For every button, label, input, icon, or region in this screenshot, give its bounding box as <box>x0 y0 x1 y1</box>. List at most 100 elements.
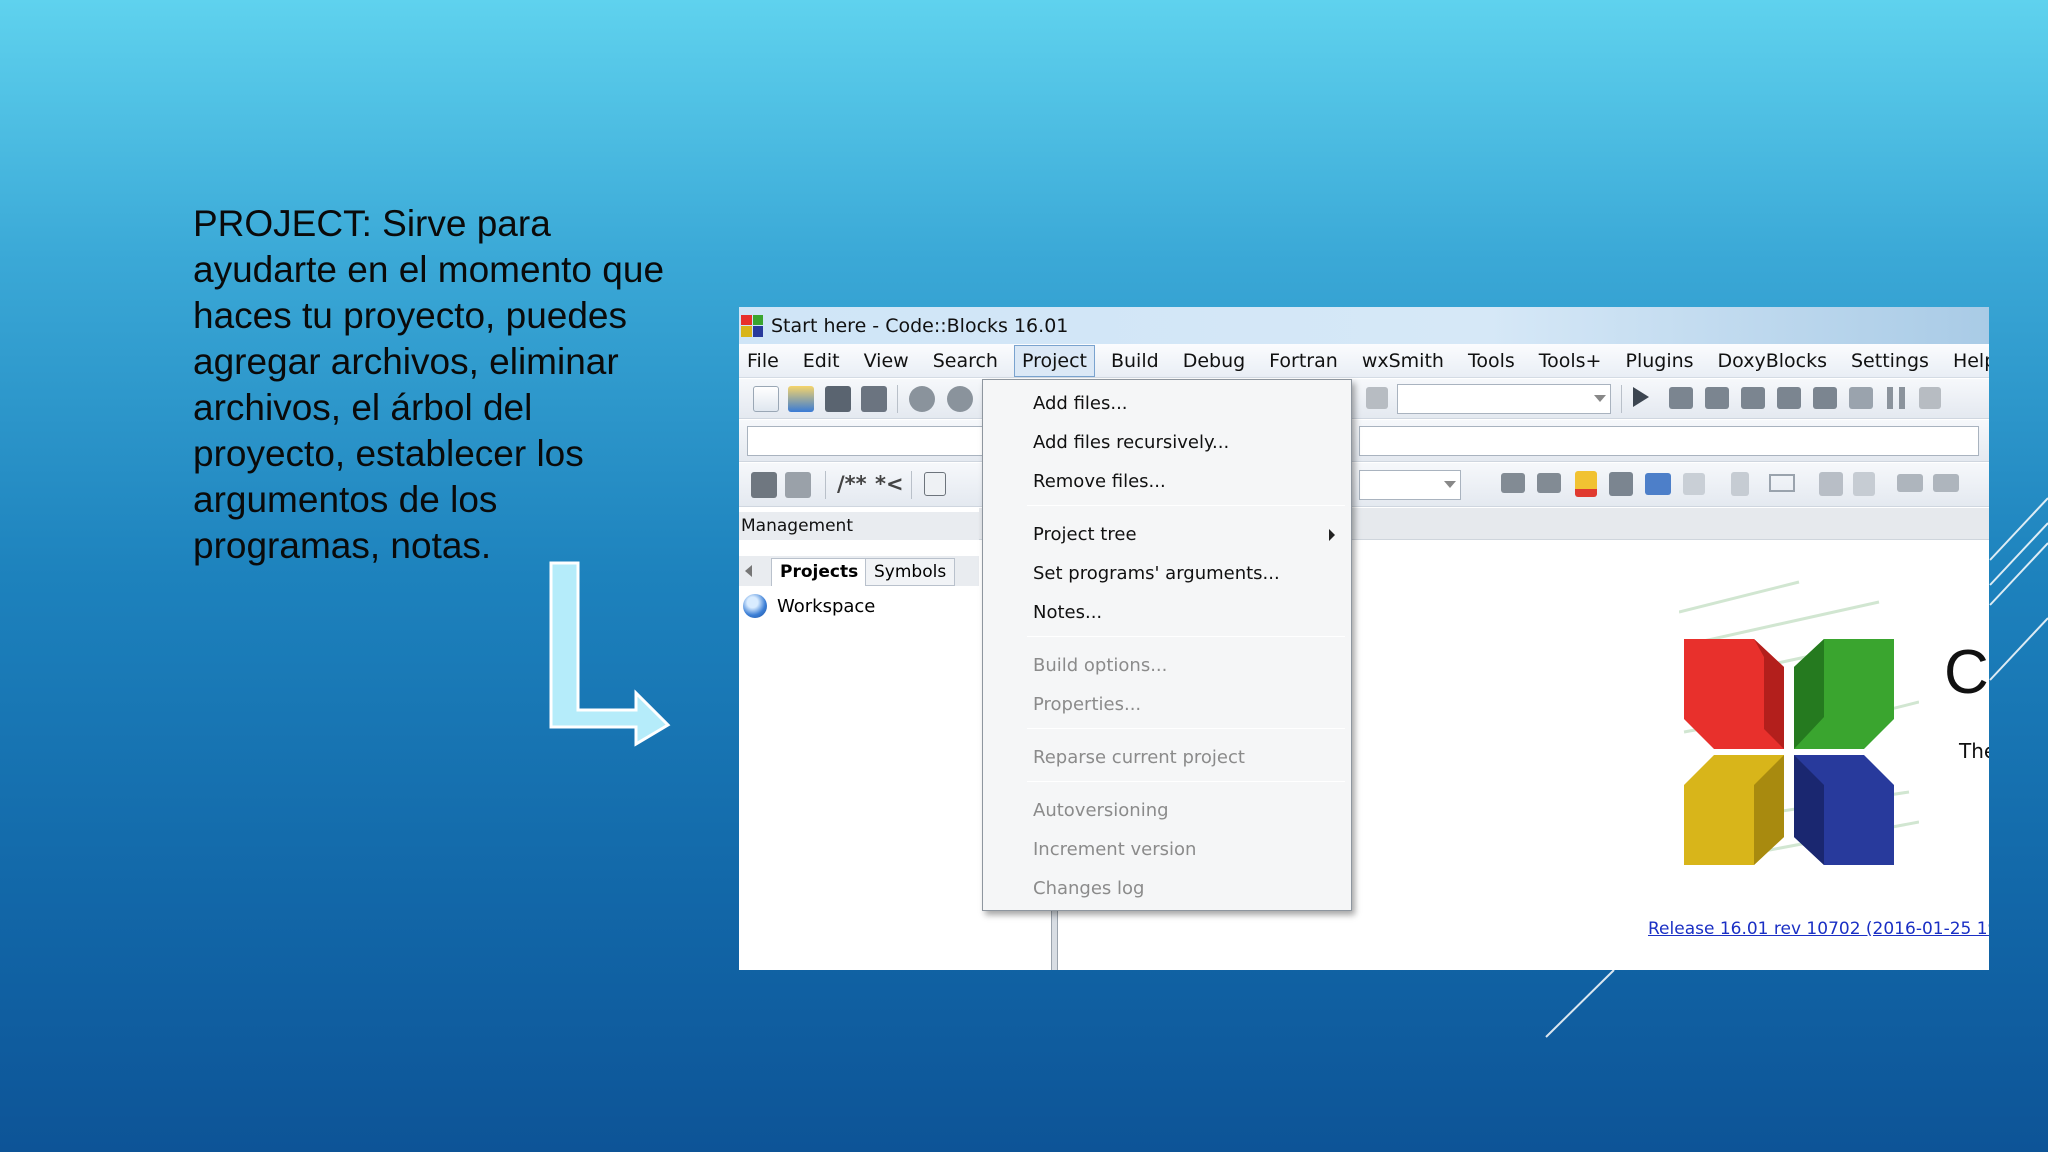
slide-description: PROJECT: Sirve para ayudarte en el momen… <box>193 203 665 566</box>
search-toolbar <box>739 420 1989 462</box>
panel-splitter[interactable] <box>1051 907 1058 970</box>
menu-tools-plus[interactable]: Tools+ <box>1531 345 1610 377</box>
menu-edit[interactable]: Edit <box>795 345 848 377</box>
document-icon[interactable] <box>1853 472 1875 496</box>
codeblocks-cube-logo <box>1684 639 1894 865</box>
menu-item-autoversioning[interactable]: Autoversioning <box>1033 800 1169 822</box>
menu-wxsmith[interactable]: wxSmith <box>1354 345 1452 377</box>
rectangle-icon[interactable] <box>1769 474 1795 492</box>
menu-item-notes[interactable]: Notes... <box>1033 602 1102 624</box>
undo-icon[interactable] <box>909 386 935 412</box>
menu-item-properties[interactable]: Properties... <box>1033 694 1141 716</box>
extract-docs-icon[interactable] <box>924 472 946 496</box>
selected-text-icon[interactable] <box>1609 472 1633 496</box>
debug-continue-icon[interactable] <box>1813 387 1837 409</box>
save-icon[interactable] <box>825 386 851 412</box>
main-toolbar <box>739 379 1989 419</box>
menu-project[interactable]: Project <box>1013 344 1095 377</box>
debug-step-into-icon[interactable] <box>1669 387 1693 409</box>
scope-select[interactable] <box>1359 470 1461 500</box>
run-icon[interactable] <box>1633 387 1649 407</box>
jump-back-icon[interactable] <box>1501 473 1525 493</box>
management-tabs: Projects Symbols <box>739 556 979 586</box>
release-link[interactable]: Release 16.01 rev 10702 (2016-01-25 19:5… <box>1648 919 1989 939</box>
decor-line <box>1989 542 2048 606</box>
new-file-icon[interactable] <box>753 386 779 412</box>
doxyblocks-icon[interactable] <box>751 472 777 498</box>
workspace-label: Workspace <box>777 595 876 617</box>
menu-item-add-files-recursively[interactable]: Add files recursively... <box>1033 432 1229 454</box>
abort-icon[interactable] <box>1366 387 1388 409</box>
codeblocks-window: Start here - Code::Blocks 16.01 File Edi… <box>739 307 1989 970</box>
tab-projects[interactable]: Projects <box>771 558 868 586</box>
regex-icon[interactable] <box>1683 473 1705 495</box>
menu-settings[interactable]: Settings <box>1843 345 1937 377</box>
logo-subtitle: The <box>1959 739 1989 763</box>
redo-icon[interactable] <box>947 386 973 412</box>
menu-item-remove-files[interactable]: Remove files... <box>1033 471 1166 493</box>
menu-item-project-tree[interactable]: Project tree <box>1033 524 1137 546</box>
block-comment-button[interactable]: /** <box>837 472 867 496</box>
debug-step-out-icon[interactable] <box>1777 387 1801 409</box>
menu-debug[interactable]: Debug <box>1175 345 1253 377</box>
match-case-icon[interactable] <box>1645 473 1671 495</box>
menu-item-changes-log[interactable]: Changes log <box>1033 878 1144 900</box>
menu-fortran[interactable]: Fortran <box>1261 345 1346 377</box>
open-folder-icon[interactable] <box>788 386 814 412</box>
menu-item-increment-version[interactable]: Increment version <box>1033 839 1196 861</box>
decor-line <box>1989 522 2048 586</box>
menu-tools[interactable]: Tools <box>1460 345 1523 377</box>
workspace-icon <box>743 594 767 618</box>
menu-plugins[interactable]: Plugins <box>1617 345 1701 377</box>
debug-step-icon[interactable] <box>1741 387 1765 409</box>
menu-doxyblocks[interactable]: DoxyBlocks <box>1710 345 1835 377</box>
toolbar-separator <box>911 471 912 499</box>
save-all-icon[interactable] <box>861 386 887 412</box>
panel-icon[interactable] <box>1933 474 1959 492</box>
stop-icon[interactable] <box>1919 387 1941 409</box>
codeblocks-logo-icon <box>741 314 763 337</box>
title-bar: Start here - Code::Blocks 16.01 <box>739 307 1989 344</box>
menu-item-add-files[interactable]: Add files... <box>1033 393 1128 415</box>
menu-item-reparse-project[interactable]: Reparse current project <box>1033 747 1245 769</box>
menu-help[interactable]: Help <box>1945 345 1989 377</box>
build-target-select[interactable] <box>1397 384 1611 414</box>
toolbar-separator <box>1621 385 1622 413</box>
menu-separator <box>1027 636 1345 637</box>
logo-title-letter: C <box>1944 638 1989 707</box>
menu-build[interactable]: Build <box>1103 345 1167 377</box>
toolbar-separator <box>825 471 826 499</box>
decor-line <box>1545 969 1615 1038</box>
tab-scroll-left-icon[interactable] <box>745 565 752 577</box>
menu-file[interactable]: File <box>739 345 787 377</box>
workspace-tree-item[interactable]: Workspace <box>743 594 875 618</box>
code-completion-function[interactable] <box>1359 426 1979 456</box>
tab-symbols[interactable]: Symbols <box>865 558 956 586</box>
doxywizard-icon[interactable] <box>785 472 811 498</box>
jump-forward-icon[interactable] <box>1537 473 1561 493</box>
highlight-icon[interactable] <box>1575 471 1597 497</box>
decor-line <box>1989 497 2048 561</box>
edit-toolbar: /** *< <box>739 463 1989 507</box>
menu-separator <box>1027 728 1345 729</box>
arrow-icon <box>549 561 671 747</box>
menu-bar: File Edit View Search Project Build Debu… <box>739 344 1989 378</box>
toolbar-separator <box>897 385 898 413</box>
panel-icon[interactable] <box>1897 474 1923 492</box>
debug-cursor-icon[interactable] <box>1849 387 1873 409</box>
menu-search[interactable]: Search <box>925 345 1006 377</box>
menu-separator <box>1027 505 1345 506</box>
code-completion-scope[interactable] <box>747 426 987 456</box>
menu-separator <box>1027 781 1345 782</box>
pause-icon[interactable] <box>1887 387 1905 409</box>
submenu-arrow-icon <box>1329 529 1335 541</box>
menu-item-set-programs-arguments[interactable]: Set programs' arguments... <box>1033 563 1280 585</box>
window-title: Start here - Code::Blocks 16.01 <box>771 314 1069 337</box>
line-comment-button[interactable]: *< <box>875 472 904 496</box>
select-cursor-icon[interactable] <box>1731 472 1749 496</box>
menu-item-build-options[interactable]: Build options... <box>1033 655 1167 677</box>
menu-view[interactable]: View <box>856 345 917 377</box>
management-panel-title: Management <box>739 512 979 540</box>
mail-icon[interactable] <box>1819 472 1843 496</box>
debug-next-line-icon[interactable] <box>1705 387 1729 409</box>
